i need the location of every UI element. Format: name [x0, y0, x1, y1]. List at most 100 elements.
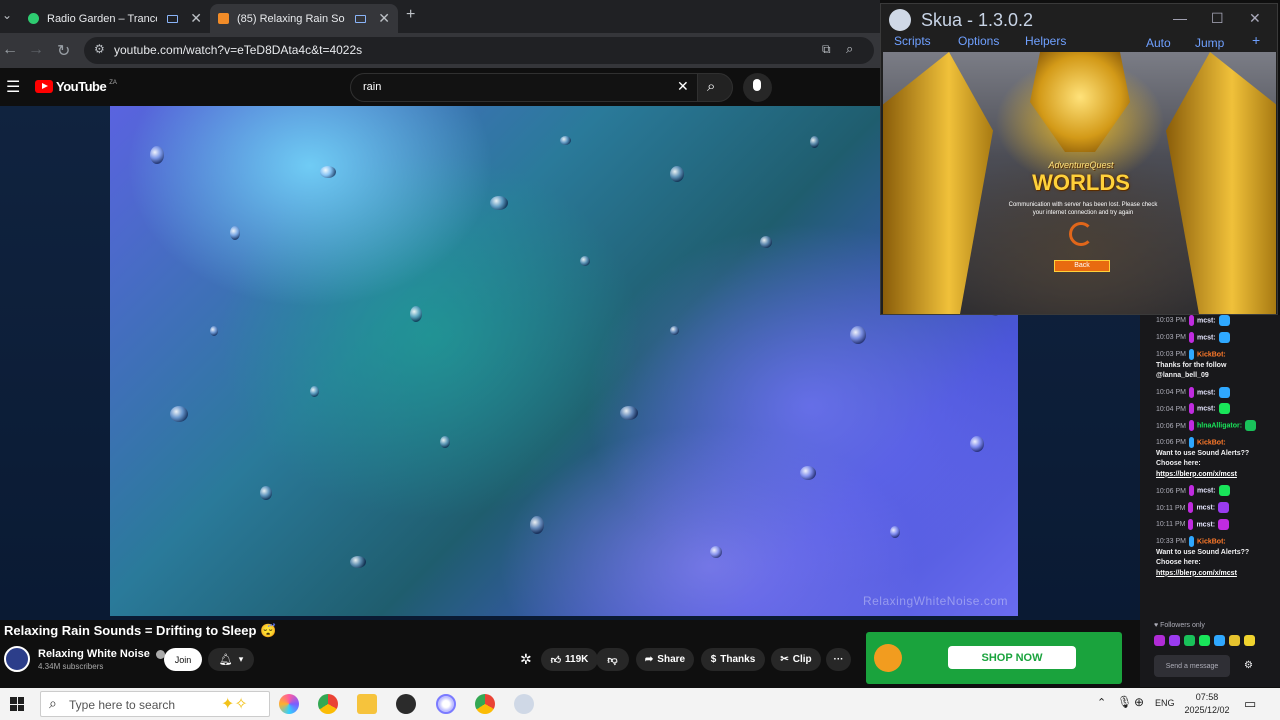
chat-username[interactable]: mcst: — [1197, 317, 1216, 324]
skua-logo-icon — [889, 9, 911, 31]
followers-only-notice: ♥ Followers only — [1154, 622, 1205, 629]
menu-scripts[interactable]: Scripts — [894, 34, 931, 48]
search-button[interactable]: ⌕ — [697, 73, 733, 102]
tray-microphone-icon[interactable]: 🎙︎ — [1117, 695, 1132, 709]
hamburger-menu-icon[interactable]: ☰ — [6, 77, 20, 97]
menu-add[interactable]: + — [1252, 32, 1260, 48]
menu-helpers[interactable]: Helpers — [1025, 34, 1066, 48]
voice-search-button[interactable] — [743, 73, 772, 102]
region-code: ZA — [109, 79, 117, 86]
game-logo-subtitle: AdventureQuest — [1048, 160, 1114, 170]
chat-username[interactable]: hlnaAlligator: — [1197, 423, 1242, 430]
close-tab-icon[interactable]: ✕ — [378, 10, 390, 27]
video-title: Relaxing Rain Sounds = Drifting to Sleep… — [4, 623, 277, 638]
shop-now-button[interactable]: SHOP NOW — [948, 646, 1076, 669]
join-button[interactable]: Join — [164, 648, 202, 671]
new-tab-button[interactable]: + — [406, 6, 415, 24]
windows-start-icon[interactable] — [10, 697, 24, 711]
sparkle-icon[interactable]: ✲ — [520, 651, 532, 668]
maximize-icon[interactable]: ☐ — [1211, 10, 1224, 27]
tab-list-chevron-icon[interactable]: ⌄ — [2, 8, 12, 22]
chat-username[interactable]: mcst: — [1196, 505, 1215, 512]
tray-network-icon[interactable]: ⊕ — [1134, 695, 1144, 709]
chrome-app-icon[interactable] — [318, 694, 338, 714]
chat-message: 10:06 PM mcst: — [1156, 485, 1274, 497]
emote-icon[interactable] — [1214, 635, 1225, 646]
menu-options[interactable]: Options — [958, 34, 999, 48]
zoom-icon[interactable]: ⌕ — [846, 41, 853, 57]
search-input[interactable]: rain ✕ — [350, 73, 698, 102]
search-query-text: rain — [363, 81, 382, 93]
user-badge-icon — [1188, 420, 1194, 432]
paint-app-icon[interactable] — [436, 694, 456, 714]
chat-message: 10:06 PM KickBot: Want to use Sound Alerts… — [1156, 437, 1274, 480]
notification-bell-button[interactable]: 🔔︎ ▾ — [208, 648, 254, 671]
chat-text: Want to use Sound Alerts?? Choose here: — [1156, 449, 1250, 468]
like-button[interactable]: 👍︎ 119K — [541, 648, 598, 671]
chat-text: Want to use Sound Alerts?? Choose here: — [1156, 548, 1250, 567]
chat-username[interactable]: mcst: — [1197, 406, 1216, 413]
thumbs-up-icon: 👍︎ — [550, 654, 562, 666]
chat-username[interactable]: mcst: — [1197, 334, 1216, 341]
reload-icon[interactable]: ↻ — [57, 41, 70, 61]
emote-icon[interactable] — [1169, 635, 1180, 646]
clip-label: Clip — [792, 654, 812, 665]
connection-lost-message: Communication with server has been lost.… — [1008, 202, 1158, 216]
thanks-button[interactable]: $ Thanks — [701, 648, 765, 671]
chat-username[interactable]: mcst: — [1197, 488, 1216, 495]
chat-timestamp: 10:11 PM — [1156, 504, 1186, 512]
menu-jump[interactable]: Jump — [1195, 36, 1224, 50]
youtube-logo[interactable]: YouTube ZA — [35, 79, 117, 94]
dislike-button[interactable]: 👎︎ — [596, 648, 629, 671]
emote-icon[interactable] — [1154, 635, 1165, 646]
input-language[interactable]: ENG — [1155, 698, 1175, 708]
game-back-button[interactable]: Back — [1054, 260, 1110, 272]
emote-icon[interactable] — [1229, 635, 1240, 646]
ad-banner[interactable]: SHOP NOW — [866, 632, 1122, 684]
chat-username[interactable]: mcst: — [1197, 389, 1216, 396]
channel-name[interactable]: Relaxing White Noise — [38, 648, 165, 660]
taskbar-search-input[interactable]: ⌕ Type here to search ✦✧ — [40, 691, 270, 717]
close-window-icon[interactable]: ✕ — [1249, 10, 1261, 27]
chat-username[interactable]: KickBot: — [1197, 538, 1226, 545]
copilot-app-icon[interactable] — [279, 694, 299, 714]
emote-icon[interactable] — [1199, 635, 1210, 646]
address-bar[interactable]: ⚙ youtube.com/watch?v=eTeD8DAta4c&t=4022… — [84, 37, 874, 64]
chrome-profile-app-icon[interactable] — [475, 694, 495, 714]
chat-settings-icon[interactable]: ⚙ — [1244, 660, 1253, 671]
chat-username[interactable]: mcst: — [1196, 521, 1215, 528]
system-clock[interactable]: 07:58 2025/12/02 — [1182, 691, 1232, 716]
chat-input[interactable]: Send a message — [1154, 655, 1230, 677]
clear-search-icon[interactable]: ✕ — [677, 78, 689, 95]
tab-radio-garden[interactable]: Radio Garden – Trance 21 · ✕ — [20, 4, 210, 33]
site-info-icon[interactable]: ⚙ — [94, 42, 105, 56]
emote-icon[interactable] — [1244, 635, 1255, 646]
share-button[interactable]: ➦ Share — [636, 648, 694, 671]
chat-username[interactable]: KickBot: — [1197, 351, 1226, 358]
chat-message: 10:11 PM mcst: — [1156, 519, 1274, 531]
channel-avatar[interactable] — [4, 646, 30, 672]
install-app-icon[interactable]: ⧉ — [822, 42, 831, 57]
chat-link[interactable]: https://blerp.com/x/mcst — [1156, 471, 1237, 478]
obs-app-icon[interactable] — [396, 694, 416, 714]
forward-arrow-icon[interactable]: → — [28, 41, 44, 59]
tray-expand-icon[interactable]: ⌃ — [1097, 696, 1106, 709]
close-tab-icon[interactable]: ✕ — [190, 10, 202, 27]
chat-username[interactable]: KickBot: — [1197, 439, 1226, 446]
thumbs-down-icon: 👎︎ — [607, 654, 618, 666]
game-canvas[interactable]: AdventureQuest WORLDS Communication with… — [883, 52, 1276, 314]
chat-link[interactable]: https://blerp.com/x/mcst — [1156, 570, 1237, 577]
skua-app-icon[interactable] — [514, 694, 534, 714]
tab-title: Radio Garden – Trance 21 · — [47, 12, 157, 25]
bell-icon: 🔔︎ — [218, 654, 233, 666]
emote-icon[interactable] — [1184, 635, 1195, 646]
menu-auto[interactable]: Auto — [1146, 36, 1171, 50]
clip-button[interactable]: ✂ Clip — [771, 648, 821, 671]
more-actions-button[interactable]: ··· — [826, 648, 851, 671]
youtube-logo-text: YouTube — [56, 79, 107, 94]
back-arrow-icon[interactable]: ← — [2, 41, 18, 59]
minimize-icon[interactable]: — — [1173, 10, 1187, 26]
tab-youtube[interactable]: (85) Relaxing Rain Sounds ✕ — [210, 4, 398, 33]
notifications-icon[interactable]: ▭ — [1244, 696, 1256, 712]
file-explorer-icon[interactable] — [357, 694, 377, 714]
